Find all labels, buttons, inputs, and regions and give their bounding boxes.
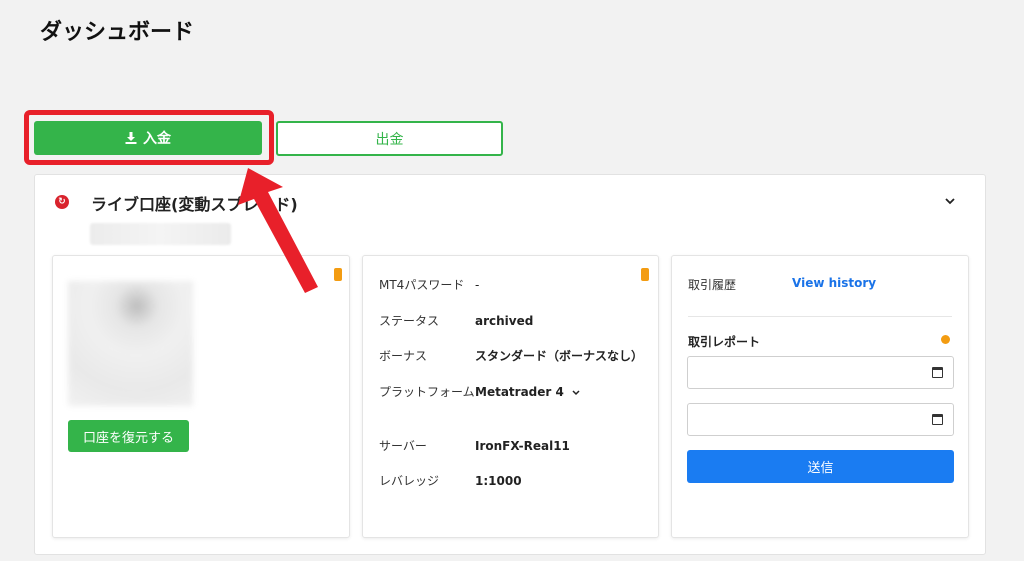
submit-label: 送信 — [807, 461, 834, 476]
avatar-blurred — [68, 281, 193, 406]
detail-label: ステータス — [379, 314, 440, 328]
info-badge-icon — [334, 268, 342, 281]
detail-row-platform: プラットフォーム Metatrader 4 — [379, 382, 580, 402]
account-id-blurred — [90, 223, 231, 245]
report-start-date-input[interactable] — [687, 356, 954, 389]
highlight-frame — [24, 110, 274, 165]
info-badge-icon — [641, 268, 649, 281]
detail-row-bonus: ボーナス スタンダード（ボーナスなし） — [379, 346, 643, 366]
detail-row-status: ステータス archived — [379, 311, 533, 331]
detail-value: Metatrader 4 — [475, 385, 564, 399]
submit-button[interactable]: 送信 — [687, 450, 954, 483]
detail-label: サーバー — [379, 439, 427, 453]
report-label: 取引レポート — [688, 335, 761, 349]
detail-row-server: サーバー IronFX-Real11 — [379, 436, 570, 456]
info-badge-icon — [941, 335, 950, 344]
view-history-link[interactable]: View history — [792, 276, 876, 290]
page-title: ダッシュボード — [40, 20, 195, 45]
account-status-icon: ↻ — [55, 195, 69, 209]
calendar-icon[interactable] — [932, 367, 943, 378]
account-title: ライブ口座(変動スプレッド) — [91, 195, 298, 214]
account-card: ↻ ライブ口座(変動スプレッド) 口座を復元する MT4パスワード - ステータ… — [34, 174, 986, 555]
platform-select[interactable]: Metatrader 4 — [475, 382, 580, 402]
detail-value: archived — [475, 314, 534, 328]
detail-row-leverage: レバレッジ 1:1000 — [379, 471, 522, 491]
restore-account-button[interactable]: 口座を復元する — [68, 420, 189, 452]
withdraw-button[interactable]: 出金 — [276, 121, 503, 156]
detail-label: MT4パスワード — [379, 278, 465, 292]
history-label: 取引履歴 — [688, 278, 737, 292]
detail-row-password: MT4パスワード - — [379, 275, 479, 295]
detail-label: ボーナス — [379, 349, 428, 363]
calendar-icon[interactable] — [932, 414, 943, 425]
detail-value: 1:1000 — [475, 474, 522, 488]
account-panel: 口座を復元する — [52, 255, 350, 538]
detail-value: - — [475, 278, 480, 292]
report-end-date-input[interactable] — [687, 403, 954, 436]
reports-panel: 取引履歴 View history 取引レポート 送信 — [671, 255, 969, 538]
collapse-chevron-icon[interactable] — [945, 193, 955, 209]
restore-label: 口座を復元する — [82, 430, 174, 446]
chevron-down-icon — [572, 390, 580, 396]
detail-label: レバレッジ — [379, 474, 440, 488]
detail-label: プラットフォーム — [379, 385, 475, 399]
detail-value: IronFX-Real11 — [475, 439, 570, 453]
detail-value: スタンダード（ボーナスなし） — [475, 349, 644, 363]
details-panel: MT4パスワード - ステータス archived ボーナス スタンダード（ボー… — [362, 255, 659, 538]
withdraw-label: 出金 — [375, 131, 404, 148]
divider — [688, 316, 952, 317]
